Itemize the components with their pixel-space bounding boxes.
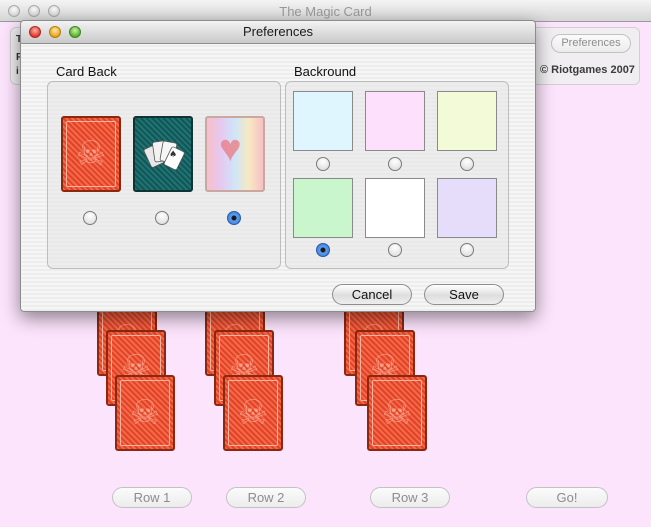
playing-cards-icon: ♠: [143, 140, 185, 171]
background-radio-pink[interactable]: [388, 157, 402, 171]
background-swatch-green[interactable]: [293, 178, 353, 238]
card[interactable]: ☠: [367, 375, 427, 451]
card-back-radio-skull[interactable]: [83, 211, 97, 225]
copyright-text: © Riotgames 2007: [540, 64, 635, 76]
skull-icon: ☠: [129, 394, 161, 432]
save-button[interactable]: Save: [424, 284, 504, 305]
preferences-dialog: Preferences Card Back ☠ ♠ ♥ Backround Ca…: [20, 20, 536, 312]
background-radio-white[interactable]: [388, 243, 402, 257]
background-swatch-lavender[interactable]: [437, 178, 497, 238]
dialog-titlebar: Preferences: [21, 21, 535, 44]
go-button[interactable]: Go!: [526, 487, 608, 508]
dialog-title: Preferences: [242, 24, 314, 39]
card[interactable]: ☠: [223, 375, 283, 451]
background-radio-cream[interactable]: [460, 157, 474, 171]
card-back-skull[interactable]: ☠: [61, 116, 121, 192]
skull-icon: ☠: [381, 394, 413, 432]
background-radio-light-blue[interactable]: [316, 157, 330, 171]
skull-icon: ☠: [237, 394, 269, 432]
card-back-playing-cards[interactable]: ♠: [133, 116, 193, 192]
window-title: The Magic Card: [279, 4, 372, 19]
background-radio-lavender[interactable]: [460, 243, 474, 257]
card-back-label: Card Back: [56, 64, 117, 79]
svg-text:♠: ♠: [169, 150, 177, 160]
panel-text-fragment: i: [16, 66, 19, 77]
background-swatch-light-blue[interactable]: [293, 91, 353, 151]
preferences-button[interactable]: Preferences: [551, 34, 631, 53]
card[interactable]: ☠: [115, 375, 175, 451]
skull-icon: ☠: [75, 135, 107, 173]
background-radio-green[interactable]: [316, 243, 330, 257]
row-3-button[interactable]: Row 3: [370, 487, 450, 508]
card-back-heart[interactable]: ♥: [205, 116, 265, 192]
row-2-button[interactable]: Row 2: [226, 487, 306, 508]
cancel-button[interactable]: Cancel: [332, 284, 412, 305]
main-window-titlebar: The Magic Card: [0, 0, 651, 22]
background-swatch-white[interactable]: [365, 178, 425, 238]
card-back-radio-playing-cards[interactable]: [155, 211, 169, 225]
background-swatch-pink[interactable]: [365, 91, 425, 151]
row-1-button[interactable]: Row 1: [112, 487, 192, 508]
background-label: Backround: [294, 64, 357, 79]
background-swatch-cream[interactable]: [437, 91, 497, 151]
card-back-radio-heart[interactable]: [227, 211, 241, 225]
heart-icon: ♥: [219, 128, 242, 170]
